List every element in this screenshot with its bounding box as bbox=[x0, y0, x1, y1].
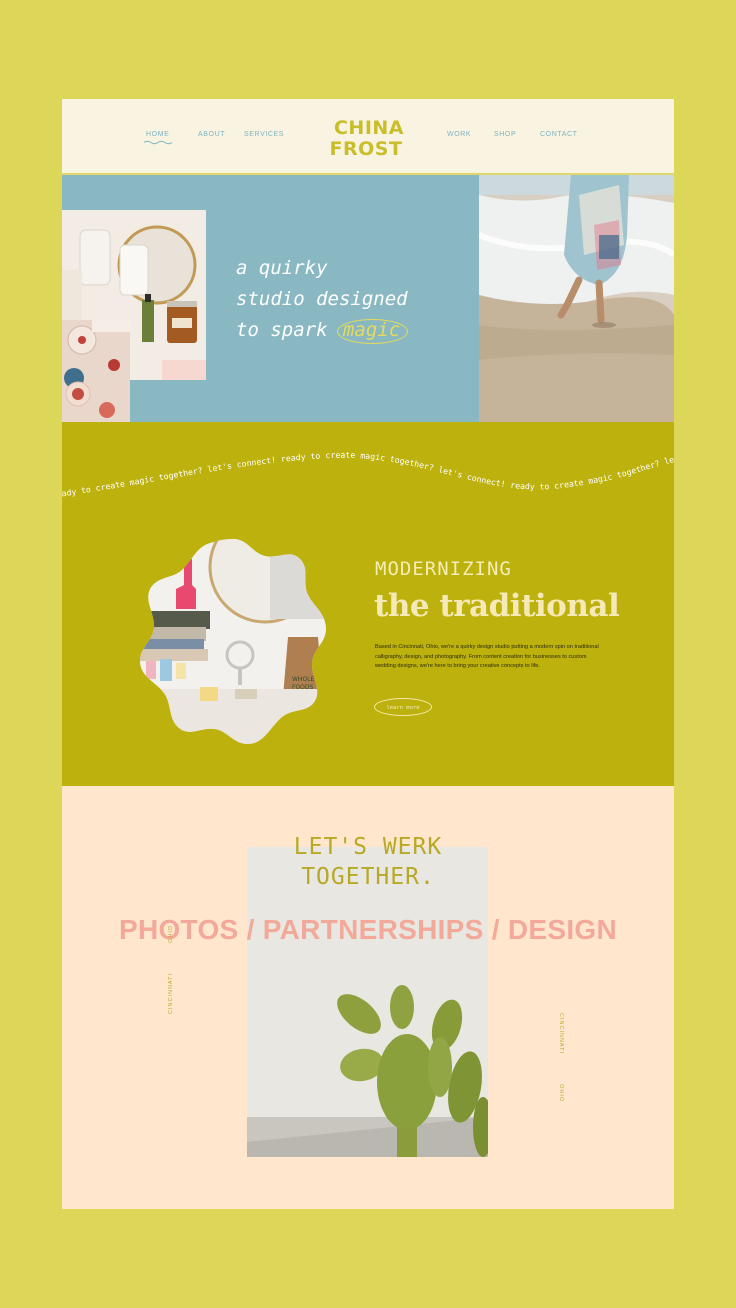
contact-section: LET'S WERK TOGETHER. PHOTOS / PARTNERSHI… bbox=[62, 786, 674, 1209]
section-headline: the traditional bbox=[374, 588, 620, 624]
magic-highlight: magic bbox=[336, 315, 409, 346]
state-label-right: OHIO bbox=[558, 1084, 564, 1103]
hero-line-3-text: to spark bbox=[236, 319, 328, 341]
logo-line1: CHINA bbox=[334, 117, 404, 139]
site-header: HOME ABOUT SERVICES CHINA FROST WORK SHO… bbox=[62, 99, 674, 175]
beach-walk-photo bbox=[479, 175, 674, 422]
cactus-photo bbox=[247, 847, 488, 1157]
marquee-banner: ready to create magic together? let's co… bbox=[62, 422, 674, 500]
learn-more-button[interactable]: learn more bbox=[374, 698, 432, 716]
food-table-photo bbox=[62, 320, 130, 422]
section-kicker: MODERNIZING bbox=[375, 558, 512, 580]
hero-tagline: a quirky studio designed to spark magic bbox=[236, 253, 466, 346]
nav-shop[interactable]: SHOP bbox=[494, 131, 516, 138]
city-label-right: CINCINNATI bbox=[558, 1013, 564, 1055]
studio-desk-photo: WHOLE FOODS bbox=[140, 539, 326, 744]
page-frame: HOME ABOUT SERVICES CHINA FROST WORK SHO… bbox=[62, 99, 674, 1209]
active-squiggle-icon bbox=[144, 140, 172, 145]
hero-section: a quirky studio designed to spark magic bbox=[62, 175, 674, 422]
location-label-right: CINCINNATI OHIO bbox=[558, 1013, 564, 1102]
state-label-left: OHIO bbox=[168, 924, 174, 943]
logo-line2: FROST bbox=[330, 138, 403, 160]
nav-about[interactable]: ABOUT bbox=[198, 131, 225, 138]
werk-line-1: LET'S WERK bbox=[293, 834, 443, 860]
nav-work[interactable]: WORK bbox=[447, 131, 471, 138]
hero-line-3: to spark magic bbox=[236, 315, 466, 346]
about-paragraph: Based in Cincinnati, Ohio, we're a quirk… bbox=[375, 644, 599, 670]
city-label-left: CINCINNATI bbox=[168, 972, 174, 1014]
marquee-text: ready to create magic together? let's co… bbox=[62, 422, 674, 500]
werk-heading: LET'S WERK TOGETHER. bbox=[62, 832, 674, 892]
hero-line-2: studio designed bbox=[236, 288, 408, 310]
about-section: ready to create magic together? let's co… bbox=[62, 422, 674, 786]
services-list: PHOTOS / PARTNERSHIPS / DESIGN bbox=[118, 914, 618, 945]
svg-text:WHOLE: WHOLE bbox=[292, 676, 315, 683]
marquee-text-path: ready to create magic together? let's co… bbox=[62, 422, 674, 500]
china-frost-logo[interactable]: CHINA FROST bbox=[324, 113, 414, 161]
werk-line-2: TOGETHER. bbox=[301, 864, 435, 890]
nav-home[interactable]: HOME bbox=[146, 131, 169, 138]
hero-line-1: a quirky bbox=[236, 257, 328, 279]
nav-contact[interactable]: CONTACT bbox=[540, 131, 578, 138]
location-label-left: CINCINNATI OHIO bbox=[168, 925, 174, 1014]
nav-services[interactable]: SERVICES bbox=[244, 131, 284, 138]
